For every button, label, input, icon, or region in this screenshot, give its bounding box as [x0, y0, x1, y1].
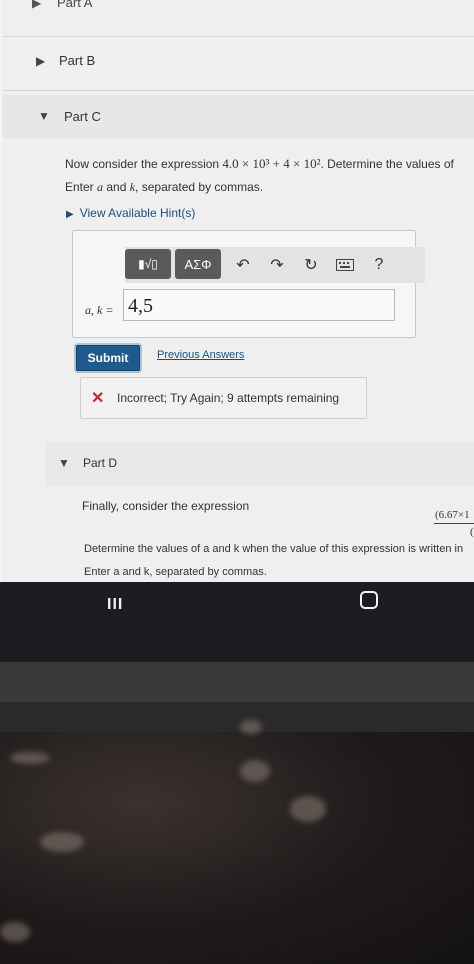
- chevron-down-icon: ▼: [58, 456, 70, 470]
- hint-label: View Available Hint(s): [79, 206, 196, 220]
- fraction-numerator: (6.67×1: [435, 509, 470, 521]
- home-icon[interactable]: [360, 591, 378, 609]
- chevron-right-icon: ▶: [36, 54, 46, 68]
- part-d-intro: Finally, consider the expression: [82, 499, 250, 513]
- chevron-down-icon: ▼: [38, 109, 50, 123]
- android-nav-bar: [0, 582, 474, 662]
- browser-screen: ▶ Part A ▶ Part B ▼ Part C Now consider …: [0, 0, 474, 582]
- undo-icon[interactable]: ↶: [231, 253, 255, 277]
- expression: 4.0 × 10³ + 4 × 10²: [222, 156, 321, 171]
- view-hints-link[interactable]: ▶ View Available Hint(s): [66, 206, 195, 220]
- divider: [2, 36, 474, 37]
- previous-answers-link[interactable]: Previous Answers: [157, 349, 244, 361]
- prompt-prefix: Now consider the expression: [65, 157, 223, 171]
- answer-input[interactable]: 4,5: [123, 289, 395, 321]
- speck: [10, 752, 50, 764]
- feedback-message: ✕ Incorrect; Try Again; 9 attempts remai…: [80, 377, 367, 419]
- fraction-bar: [434, 523, 474, 524]
- speck: [240, 760, 270, 782]
- speck: [290, 796, 326, 822]
- help-icon[interactable]: ?: [367, 253, 391, 277]
- part-c-instruction: Enter a and k, separated by commas.: [65, 180, 263, 195]
- prompt-suffix: . Determine the values of: [320, 157, 454, 171]
- submit-button[interactable]: Submit: [76, 345, 140, 371]
- divider: [2, 90, 474, 91]
- page-content: ▶ Part A ▶ Part B ▼ Part C Now consider …: [2, 0, 474, 582]
- keyboard-icon[interactable]: [333, 253, 357, 277]
- instruction-text: Enter: [65, 180, 98, 194]
- part-a-header[interactable]: ▶ Part A: [2, 0, 474, 24]
- redo-icon[interactable]: ↷: [265, 253, 289, 277]
- background-surface: [0, 720, 474, 964]
- part-c-label: Part C: [64, 109, 101, 124]
- part-d-label: Part D: [83, 456, 118, 470]
- part-b-label: Part B: [59, 53, 96, 68]
- chevron-right-icon: ▶: [32, 0, 42, 10]
- fraction-denominator: (6: [470, 526, 474, 538]
- part-c-header[interactable]: ▼ Part C: [2, 95, 474, 139]
- instruction-text: , separated by commas.: [135, 180, 264, 194]
- answer-panel: ▮√▯ ΑΣΦ ↶ ↷ ↻ ? a, k = 4,5: [72, 230, 425, 338]
- templates-button[interactable]: ▮√▯: [125, 249, 171, 279]
- error-x-icon: ✕: [91, 390, 105, 407]
- part-d-question: Determine the values of a and k when the…: [84, 543, 464, 555]
- math-toolbar: ▮√▯ ΑΣΦ ↶ ↷ ↻ ?: [125, 247, 425, 283]
- templates-label: ▮√▯: [138, 257, 158, 271]
- symbols-button[interactable]: ΑΣΦ: [175, 249, 221, 279]
- input-label: a, k =: [85, 303, 114, 317]
- chevron-right-icon: ▶: [66, 209, 74, 220]
- speck: [0, 922, 30, 942]
- device-bezel: [0, 662, 474, 702]
- part-a-label: Part A: [57, 0, 93, 10]
- feedback-text: Incorrect; Try Again; 9 attempts remaini…: [117, 391, 340, 405]
- part-d-instruction: Enter a and k, separated by commas.: [84, 566, 267, 578]
- recent-apps-icon[interactable]: III: [107, 596, 123, 614]
- reset-icon[interactable]: ↻: [299, 253, 323, 277]
- part-c-prompt: Now consider the expression 4.0 × 10³ + …: [65, 156, 454, 172]
- part-b-header[interactable]: ▶ Part B: [2, 42, 474, 82]
- symbols-label: ΑΣΦ: [184, 256, 212, 272]
- speck: [240, 720, 262, 734]
- part-d-header[interactable]: ▼ Part D: [46, 442, 474, 486]
- help-label: ?: [374, 256, 384, 273]
- device-edge: [0, 702, 474, 732]
- speck: [40, 832, 84, 852]
- instruction-text: and: [103, 180, 130, 194]
